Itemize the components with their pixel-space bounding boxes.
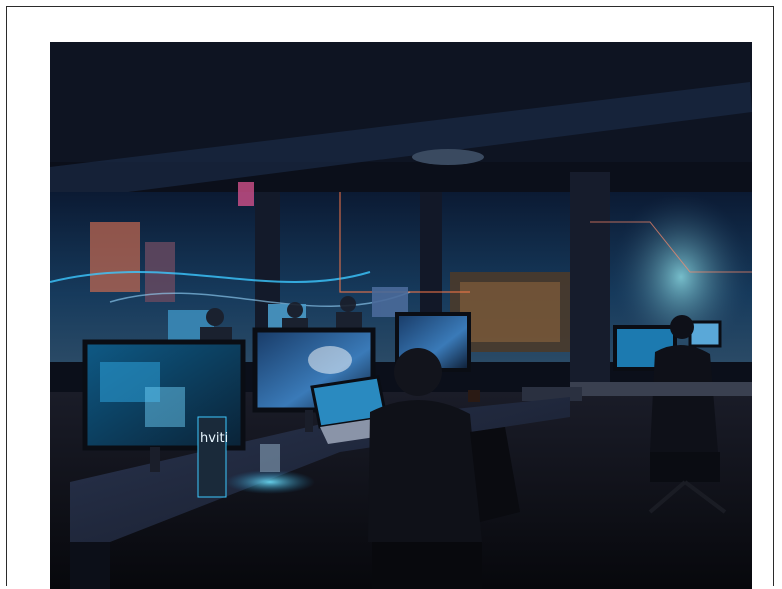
main-worker-body xyxy=(368,399,482,542)
office-scene: hviti xyxy=(50,42,752,589)
glass xyxy=(260,444,280,472)
ceiling-lamp xyxy=(412,149,484,165)
right-worker xyxy=(670,315,694,339)
holo-card xyxy=(197,416,227,498)
office-illustration: hviti xyxy=(50,42,752,589)
image-frame: hviti xyxy=(6,6,774,589)
neon-sign xyxy=(238,182,254,206)
holo-pad xyxy=(225,470,315,494)
main-worker-head xyxy=(394,348,442,396)
right-desk xyxy=(570,382,752,396)
mug xyxy=(468,390,480,402)
holo-card-text: hviti xyxy=(200,431,228,446)
building-left xyxy=(90,222,140,292)
